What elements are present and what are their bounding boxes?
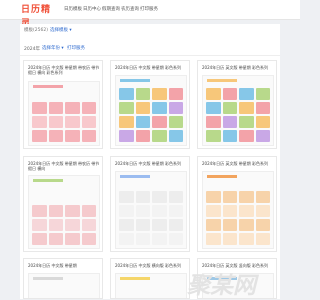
- card-title: 2024年日历 英文版 带星期 彩色系列: [202, 65, 268, 70]
- calendar-thumbnail: [115, 171, 187, 249]
- card-title: 2024年日历 中文版 带星期 彩色系列: [115, 161, 181, 166]
- content-panel: 模板(2562) 选择模板 ▾ 2024年 选择年份 ▾ 打印服务 2024年日…: [20, 24, 280, 299]
- nav-item[interactable]: 农历查询: [121, 5, 139, 15]
- card-title: 2024年日历 中文版 带星期 彩色系列: [115, 65, 181, 70]
- year-label: 2024年: [24, 47, 40, 52]
- template-count: 模板(2562): [24, 28, 48, 33]
- calendar-thumbnail: [115, 75, 187, 146]
- section-select[interactable]: 选择模板 ▾: [50, 27, 72, 35]
- template-card[interactable]: 2024年日历 英文版 带星期 彩色系列: [197, 60, 277, 149]
- template-card[interactable]: 2024年日历 中文版 带星期 带农历 带节假日 横向 彩色系列: [23, 60, 103, 149]
- card-title: 2024年日历 中文版 横向版 彩色系列: [115, 263, 181, 268]
- template-card[interactable]: 2024年日历 中文版 带星期 彩色系列: [110, 156, 190, 252]
- calendar-thumbnail: [28, 81, 100, 146]
- calendar-thumbnail: [28, 273, 100, 298]
- site-logo[interactable]: 日历精灵: [21, 3, 57, 29]
- calendar-thumbnail: [28, 175, 100, 249]
- print-service-button[interactable]: 打印服务: [67, 45, 85, 53]
- template-card[interactable]: 2024年日历 中文版 横向版 彩色系列: [110, 258, 190, 299]
- top-navigation: 日历精灵 日历模板 日历中心 假期查询 农历查询 打印服务: [0, 0, 300, 29]
- template-card[interactable]: 2024年日历 英文版 带星期 彩色系列: [197, 156, 277, 252]
- card-title: 2024年日历 中文版 带星期 带农历 带节假日 横向 彩色系列: [28, 65, 100, 75]
- nav-item[interactable]: 日历模板: [64, 5, 82, 15]
- calendar-thumbnail: [202, 171, 274, 249]
- nav-item[interactable]: 日历中心: [83, 5, 101, 15]
- card-title: 2024年日历 中文版 带星期 带农历 带节假日 横向: [28, 161, 100, 171]
- calendar-thumbnail: [202, 75, 274, 146]
- nav-item[interactable]: 打印服务: [140, 5, 158, 15]
- nav-item[interactable]: 假期查询: [102, 5, 120, 15]
- year-select[interactable]: 选择年份 ▾: [42, 45, 64, 53]
- card-title: 2024年日历 英文版 带星期 彩色系列: [202, 161, 268, 166]
- template-card[interactable]: 2024年日历 中文版 带星期: [23, 258, 103, 299]
- template-card[interactable]: 2024年日历 中文版 带星期 彩色系列: [110, 60, 190, 149]
- template-card[interactable]: 2024年日历 中文版 带星期 带农历 带节假日 横向: [23, 156, 103, 252]
- calendar-thumbnail: [115, 273, 187, 298]
- filter-bar: 2024年 选择年份 ▾ 打印服务: [20, 42, 280, 56]
- card-title: 2024年日历 中文版 带星期: [28, 263, 77, 268]
- watermark-logo: 聚某网: [187, 273, 256, 299]
